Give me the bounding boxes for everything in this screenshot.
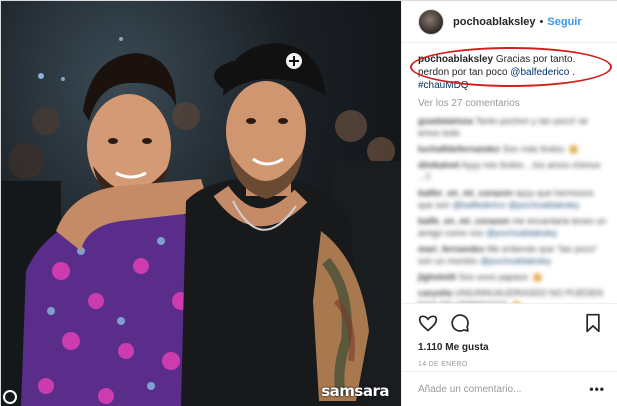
comment-item: balfe_en_mi_corazon me encantaria tenes … (418, 215, 607, 239)
highlight-circle (410, 47, 612, 87)
post-caption: pochoablaksley Gracias por tanto. perdon… (410, 47, 612, 92)
avatar[interactable] (418, 8, 444, 35)
comment-username[interactable]: caryolia (418, 288, 452, 298)
comments-section: pochoablaksley Gracias por tanto. perdon… (402, 43, 617, 303)
action-icons-row (418, 312, 603, 334)
comment-item: luchafldefernandez Son más lindos (418, 143, 607, 155)
speech-bubble-icon[interactable] (450, 313, 470, 333)
comment-mentions[interactable]: @pochoablaksley (486, 228, 557, 238)
comment-username[interactable]: luchafldefernandez (418, 144, 500, 154)
comment-mentions[interactable]: @balfederico @pochoablaksley (453, 200, 580, 210)
post-date: 14 de enero (418, 361, 468, 368)
header-username[interactable]: pochoablaksley (453, 16, 536, 28)
user-tag-icon[interactable] (3, 390, 17, 404)
bookmark-icon[interactable] (583, 313, 603, 333)
comment-item: jlgholoitt Sos unos papaso (418, 271, 607, 283)
likes-count[interactable]: 1.110 Me gusta (418, 342, 603, 353)
comment-item: dimkalvet Ayyy mis lindos ...los amos ch… (418, 159, 607, 183)
view-all-comments-link[interactable]: Ver los 27 comentarios (418, 98, 607, 109)
comment-item: guadalaimoa Tanto pochon y tan poco! se … (418, 115, 607, 139)
follow-button[interactable]: Seguir (547, 16, 581, 28)
instagram-post: samsara pochoablaksley • Seguir pochoabl… (0, 0, 617, 406)
photo-illustration (1, 37, 401, 406)
comment-username[interactable]: guadalaimoa (418, 116, 473, 126)
comment-item: caryolia UNIUNNUAUDRASDO NO PUEDEN MAS D… (418, 287, 607, 303)
comment-username[interactable]: dimkalvet (418, 160, 460, 170)
comment-text: Sos unos papaso (458, 272, 529, 282)
comment-username[interactable]: jlgholoitt (418, 272, 456, 282)
post-photo[interactable]: samsara (1, 1, 401, 406)
comment-item: balfer_en_mi_corazon ayyy que hermosos q… (418, 187, 607, 211)
post-side-panel: pochoablaksley • Seguir pochoablaksley G… (401, 1, 617, 406)
comment-username[interactable]: mari_fernandez (418, 244, 485, 254)
comment-username[interactable]: balfer_en_mi_corazon (418, 188, 513, 198)
heart-icon[interactable] (418, 313, 438, 333)
comment-mentions[interactable]: @pochoablaksley (480, 256, 551, 266)
comment-text: Son más lindos (502, 144, 565, 154)
add-comment-input[interactable] (418, 383, 590, 395)
comment-item: mari_fernandez Me entiendo que "tan poco… (418, 243, 607, 267)
add-comment-bar: ••• (402, 371, 617, 406)
emoji-icon (568, 145, 578, 155)
post-header: pochoablaksley • Seguir (402, 1, 617, 43)
more-options-icon[interactable]: ••• (589, 382, 605, 396)
photo-watermark: samsara (321, 382, 389, 400)
comment-username[interactable]: balfe_en_mi_corazon (418, 216, 510, 226)
header-separator: • (539, 15, 544, 28)
heart-emoji-icon (532, 273, 542, 283)
